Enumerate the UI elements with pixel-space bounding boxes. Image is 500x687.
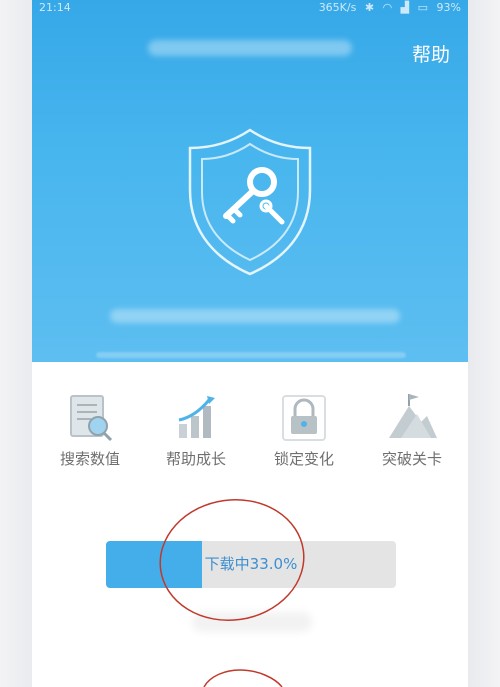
bluetooth-icon: ✱ — [364, 1, 375, 14]
feature-break-level[interactable]: 突破关卡 — [362, 380, 462, 476]
download-progress-bar: 下载中33.0% — [106, 541, 396, 588]
signal-icon: ▟ — [400, 1, 410, 14]
feature-help-growth[interactable]: 帮助成长 — [146, 380, 246, 476]
status-bar: 21:14 365K/s ✱ ◠ ▟ ▭ 93% — [32, 0, 468, 16]
lock-icon — [282, 395, 326, 441]
status-right: 365K/s ✱ ◠ ▟ ▭ 93% — [314, 1, 461, 14]
help-link[interactable]: 帮助 — [412, 40, 450, 67]
status-time: 21:14 — [39, 1, 71, 14]
feature-label: 搜索数值 — [59, 450, 120, 468]
blurred-subtitle — [110, 309, 400, 323]
feature-row: 搜索数值 帮助成长 锁定变化 突破关卡 — [32, 380, 468, 480]
background-left-edge — [0, 0, 32, 687]
battery-icon: ▭ — [417, 1, 429, 14]
feature-lock-change[interactable]: 锁定变化 — [254, 380, 354, 476]
button-shadow — [192, 612, 312, 632]
search-document-icon — [70, 395, 113, 442]
shield-key-icon — [188, 128, 312, 276]
growth-chart-icon — [178, 396, 215, 438]
app-screen: 21:14 365K/s ✱ ◠ ▟ ▭ 93% 帮助 搜索数值 帮助成长 锁定… — [32, 0, 468, 687]
network-speed: 365K/s — [318, 1, 357, 14]
hero-divider — [96, 352, 406, 358]
feature-search-value[interactable]: 搜索数值 — [40, 380, 140, 476]
feature-label: 帮助成长 — [165, 450, 226, 468]
battery-level: 93% — [436, 1, 461, 14]
download-progress-text: 下载中33.0% — [204, 555, 298, 573]
feature-label: 突破关卡 — [381, 450, 442, 468]
background-right-edge — [468, 0, 500, 687]
hero-banner: 21:14 365K/s ✱ ◠ ▟ ▭ 93% 帮助 — [32, 0, 468, 362]
blurred-app-title — [148, 40, 352, 56]
feature-label: 锁定变化 — [273, 450, 334, 468]
wifi-icon: ◠ — [382, 1, 393, 14]
mountain-flag-icon — [389, 394, 437, 438]
